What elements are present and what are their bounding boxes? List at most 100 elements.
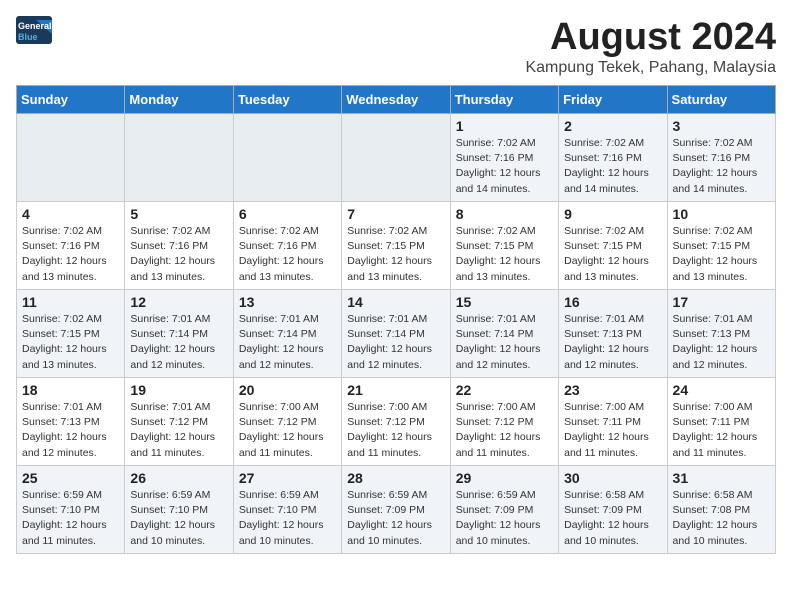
calendar-cell: 12 Sunrise: 7:01 AMSunset: 7:14 PMDayligh…: [125, 290, 233, 378]
day-info: Sunrise: 7:01 AMSunset: 7:12 PMDaylight:…: [130, 400, 227, 461]
day-header-wednesday: Wednesday: [342, 86, 450, 114]
day-info: Sunrise: 7:01 AMSunset: 7:13 PMDaylight:…: [673, 312, 770, 373]
calendar-cell: 20 Sunrise: 7:00 AMSunset: 7:12 PMDayligh…: [233, 378, 341, 466]
calendar-cell: 1Sunrise: 7:02 AMSunset: 7:16 PMDaylight…: [450, 114, 558, 202]
day-number: 21: [347, 382, 444, 398]
day-info: Sunrise: 7:02 AMSunset: 7:16 PMDaylight:…: [239, 224, 336, 285]
day-number: 20: [239, 382, 336, 398]
day-info: Sunrise: 7:02 AMSunset: 7:15 PMDaylight:…: [347, 224, 444, 285]
day-info: Sunrise: 6:59 AMSunset: 7:10 PMDaylight:…: [22, 488, 119, 549]
calendar-cell: 25 Sunrise: 6:59 AMSunset: 7:10 PMDayligh…: [17, 466, 125, 554]
calendar-cell: 24 Sunrise: 7:00 AMSunset: 7:11 PMDayligh…: [667, 378, 775, 466]
day-number: 10: [673, 206, 770, 222]
day-info: Sunrise: 7:02 AMSunset: 7:16 PMDaylight:…: [564, 136, 661, 197]
day-number: 1: [456, 118, 553, 134]
calendar-cell: 9 Sunrise: 7:02 AMSunset: 7:15 PMDaylight…: [559, 202, 667, 290]
calendar-cell: 22 Sunrise: 7:00 AMSunset: 7:12 PMDayligh…: [450, 378, 558, 466]
day-header-friday: Friday: [559, 86, 667, 114]
day-header-thursday: Thursday: [450, 86, 558, 114]
day-number: 8: [456, 206, 553, 222]
day-header-tuesday: Tuesday: [233, 86, 341, 114]
day-info: Sunrise: 7:00 AMSunset: 7:11 PMDaylight:…: [564, 400, 661, 461]
calendar-cell: 13 Sunrise: 7:01 AMSunset: 7:14 PMDayligh…: [233, 290, 341, 378]
day-info: Sunrise: 7:01 AMSunset: 7:14 PMDaylight:…: [130, 312, 227, 373]
calendar-cell: 8 Sunrise: 7:02 AMSunset: 7:15 PMDaylight…: [450, 202, 558, 290]
day-info: Sunrise: 7:00 AMSunset: 7:11 PMDaylight:…: [673, 400, 770, 461]
day-number: 30: [564, 470, 661, 486]
day-info: Sunrise: 7:00 AMSunset: 7:12 PMDaylight:…: [239, 400, 336, 461]
calendar-cell: [17, 114, 125, 202]
day-number: 29: [456, 470, 553, 486]
svg-text:General: General: [18, 21, 52, 31]
day-number: 17: [673, 294, 770, 310]
logo: General Blue: [16, 16, 52, 44]
day-number: 9: [564, 206, 661, 222]
calendar-cell: 4Sunrise: 7:02 AMSunset: 7:16 PMDaylight…: [17, 202, 125, 290]
day-number: 4: [22, 206, 119, 222]
day-info: Sunrise: 7:02 AMSunset: 7:16 PMDaylight:…: [673, 136, 770, 197]
calendar-cell: 7 Sunrise: 7:02 AMSunset: 7:15 PMDaylight…: [342, 202, 450, 290]
day-info: Sunrise: 7:02 AMSunset: 7:15 PMDaylight:…: [456, 224, 553, 285]
day-header-monday: Monday: [125, 86, 233, 114]
day-info: Sunrise: 6:59 AMSunset: 7:09 PMDaylight:…: [456, 488, 553, 549]
calendar-week-row: 25 Sunrise: 6:59 AMSunset: 7:10 PMDayligh…: [17, 466, 776, 554]
calendar-cell: 15Sunrise: 7:01 AMSunset: 7:14 PMDayligh…: [450, 290, 558, 378]
calendar-cell: 16 Sunrise: 7:01 AMSunset: 7:13 PMDayligh…: [559, 290, 667, 378]
day-info: Sunrise: 7:00 AMSunset: 7:12 PMDaylight:…: [456, 400, 553, 461]
day-number: 2: [564, 118, 661, 134]
day-header-saturday: Saturday: [667, 86, 775, 114]
day-number: 27: [239, 470, 336, 486]
day-info: Sunrise: 7:01 AMSunset: 7:13 PMDaylight:…: [564, 312, 661, 373]
day-info: Sunrise: 7:01 AMSunset: 7:14 PMDaylight:…: [239, 312, 336, 373]
day-info: Sunrise: 6:58 AMSunset: 7:09 PMDaylight:…: [564, 488, 661, 549]
calendar-cell: 19 Sunrise: 7:01 AMSunset: 7:12 PMDayligh…: [125, 378, 233, 466]
day-number: 18: [22, 382, 119, 398]
calendar-cell: 27 Sunrise: 6:59 AMSunset: 7:10 PMDayligh…: [233, 466, 341, 554]
calendar-cell: 2 Sunrise: 7:02 AMSunset: 7:16 PMDaylight…: [559, 114, 667, 202]
calendar-week-row: 18 Sunrise: 7:01 AMSunset: 7:13 PMDayligh…: [17, 378, 776, 466]
day-number: 5: [130, 206, 227, 222]
day-info: Sunrise: 7:02 AMSunset: 7:15 PMDaylight:…: [564, 224, 661, 285]
calendar-week-row: 1 Sunrise: 7:02 AMSunset: 7:16 PMDaylight…: [17, 114, 776, 202]
day-info: Sunrise: 7:01 AMSunset: 7:13 PMDaylight:…: [22, 400, 119, 461]
day-number: 12: [130, 294, 227, 310]
day-number: 24: [673, 382, 770, 398]
page-header: General Blue August 2024 Kampung Tekek, …: [16, 16, 776, 77]
calendar-week-row: 4 Sunrise: 7:02 AMSunset: 7:16 PMDaylight…: [17, 202, 776, 290]
day-number: 22: [456, 382, 553, 398]
calendar-cell: 31Sunrise: 6:58 AMSunset: 7:08 PMDayligh…: [667, 466, 775, 554]
calendar-cell: 10 Sunrise: 7:02 AMSunset: 7:15 PMDayligh…: [667, 202, 775, 290]
svg-text:Blue: Blue: [18, 32, 38, 42]
day-info: Sunrise: 7:00 AMSunset: 7:12 PMDaylight:…: [347, 400, 444, 461]
day-info: Sunrise: 7:02 AMSunset: 7:16 PMDaylight:…: [130, 224, 227, 285]
day-number: 7: [347, 206, 444, 222]
calendar-table: SundayMondayTuesdayWednesdayThursdayFrid…: [16, 85, 776, 554]
calendar-cell: 17 Sunrise: 7:01 AMSunset: 7:13 PMDayligh…: [667, 290, 775, 378]
calendar-header-row: SundayMondayTuesdayWednesdayThursdayFrid…: [17, 86, 776, 114]
title-area: August 2024 Kampung Tekek, Pahang, Malay…: [525, 16, 776, 77]
day-number: 3: [673, 118, 770, 134]
day-number: 14: [347, 294, 444, 310]
calendar-cell: 30 Sunrise: 6:58 AMSunset: 7:09 PMDayligh…: [559, 466, 667, 554]
day-header-sunday: Sunday: [17, 86, 125, 114]
calendar-cell: 18 Sunrise: 7:01 AMSunset: 7:13 PMDayligh…: [17, 378, 125, 466]
calendar-cell: 5 Sunrise: 7:02 AMSunset: 7:16 PMDaylight…: [125, 202, 233, 290]
calendar-cell: 23 Sunrise: 7:00 AMSunset: 7:11 PMDayligh…: [559, 378, 667, 466]
day-number: 23: [564, 382, 661, 398]
calendar-cell: [233, 114, 341, 202]
day-number: 25: [22, 470, 119, 486]
day-number: 19: [130, 382, 227, 398]
location: Kampung Tekek, Pahang, Malaysia: [525, 59, 776, 77]
month-title: August 2024: [525, 16, 776, 59]
logo-icon: General Blue: [16, 16, 52, 44]
day-info: Sunrise: 7:02 AMSunset: 7:15 PMDaylight:…: [673, 224, 770, 285]
calendar-cell: 28Sunrise: 6:59 AMSunset: 7:09 PMDayligh…: [342, 466, 450, 554]
day-number: 26: [130, 470, 227, 486]
day-info: Sunrise: 6:59 AMSunset: 7:10 PMDaylight:…: [239, 488, 336, 549]
day-info: Sunrise: 7:01 AMSunset: 7:14 PMDaylight:…: [347, 312, 444, 373]
day-info: Sunrise: 6:58 AMSunset: 7:08 PMDaylight:…: [673, 488, 770, 549]
day-number: 13: [239, 294, 336, 310]
calendar-cell: 11Sunrise: 7:02 AMSunset: 7:15 PMDayligh…: [17, 290, 125, 378]
day-number: 16: [564, 294, 661, 310]
day-number: 11: [22, 294, 119, 310]
